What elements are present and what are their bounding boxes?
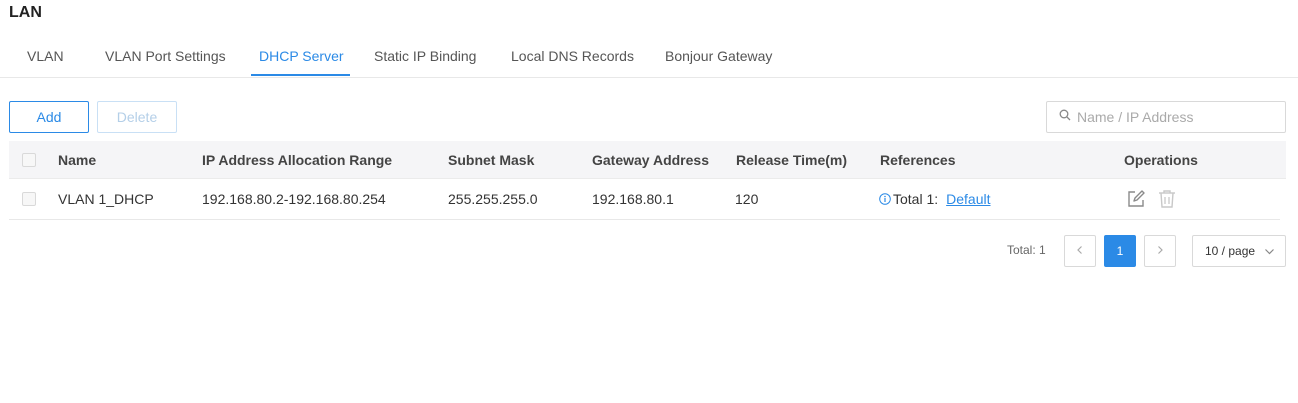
page-size-select[interactable]: 10 / page: [1192, 235, 1286, 267]
column-header-gateway[interactable]: Gateway Address: [592, 141, 709, 178]
tab-local-dns-records[interactable]: Local DNS Records: [511, 48, 634, 64]
edit-icon[interactable]: [1126, 189, 1146, 209]
column-header-subnet-mask[interactable]: Subnet Mask: [448, 141, 534, 178]
column-header-operations: Operations: [1124, 151, 1198, 168]
page-title: LAN: [9, 4, 42, 21]
column-header-ip-range[interactable]: IP Address Allocation Range: [202, 141, 392, 178]
page-number-button[interactable]: 1: [1104, 235, 1136, 267]
next-page-button[interactable]: [1144, 235, 1176, 267]
pagination-total: Total: 1: [1007, 243, 1046, 257]
chevron-left-icon: [1075, 244, 1085, 258]
row-checkbox[interactable]: [22, 179, 36, 219]
tab-bonjour-gateway[interactable]: Bonjour Gateway: [665, 48, 772, 64]
cell-ip-range: 192.168.80.2-192.168.80.254: [202, 191, 386, 207]
delete-icon[interactable]: [1158, 189, 1176, 209]
chevron-down-icon: [1264, 246, 1275, 260]
tab-vlan-port-settings[interactable]: VLAN Port Settings: [105, 48, 226, 64]
select-all-checkbox[interactable]: [22, 141, 36, 178]
column-header-release-time[interactable]: Release Time(m): [736, 141, 847, 178]
cell-operations: [1126, 179, 1188, 219]
tab-static-ip-binding[interactable]: Static IP Binding: [374, 48, 476, 64]
add-button[interactable]: Add: [9, 101, 89, 133]
table-header: Name IP Address Allocation Range Subnet …: [9, 141, 1286, 179]
search-input[interactable]: [1077, 109, 1277, 125]
cell-gateway: 192.168.80.1: [592, 191, 674, 207]
search-box[interactable]: [1046, 101, 1286, 133]
delete-button[interactable]: Delete: [97, 101, 177, 133]
prev-page-button[interactable]: [1064, 235, 1096, 267]
cell-subnet-mask: 255.255.255.0: [448, 191, 538, 207]
search-icon: [1059, 108, 1071, 126]
chevron-right-icon: [1155, 244, 1165, 258]
cell-release-time: 120: [735, 191, 759, 207]
active-tab-indicator: [251, 74, 350, 76]
tab-dhcp-server[interactable]: DHCP Server: [259, 48, 344, 64]
tab-bar: VLAN VLAN Port Settings DHCP Server Stat…: [0, 40, 1298, 78]
column-header-name[interactable]: Name: [58, 141, 96, 178]
column-header-references: References: [880, 151, 956, 168]
table-row: VLAN 1_DHCP 192.168.80.2-192.168.80.254 …: [9, 179, 1280, 220]
cell-references: Total 1: Default: [879, 179, 991, 219]
page-size-value: 10 / page: [1205, 244, 1256, 258]
references-link[interactable]: Default: [946, 191, 990, 207]
info-icon[interactable]: [879, 193, 891, 205]
tab-vlan[interactable]: VLAN: [27, 48, 64, 64]
cell-name: VLAN 1_DHCP: [58, 191, 154, 207]
references-total: Total 1:: [893, 191, 939, 207]
